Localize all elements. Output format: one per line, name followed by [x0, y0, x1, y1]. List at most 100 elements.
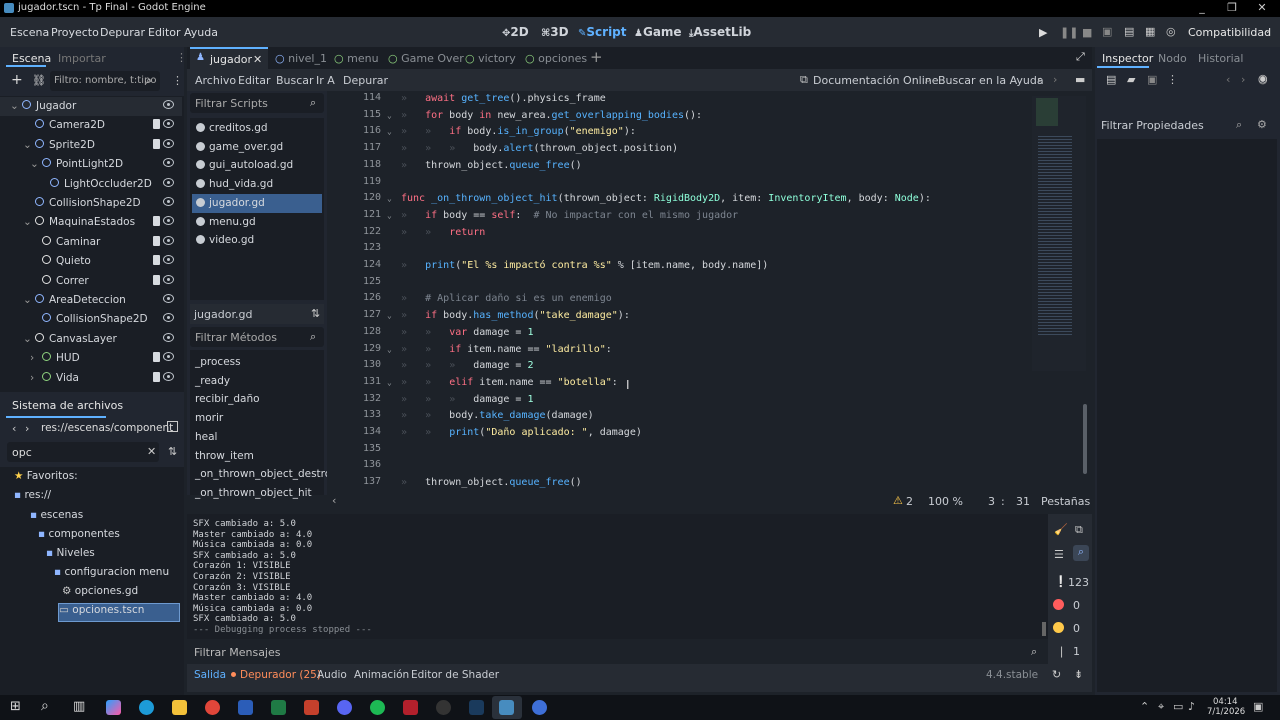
obs-icon[interactable] [436, 700, 451, 715]
maps-icon[interactable] [532, 700, 547, 715]
tab-nivel-1[interactable]: ○ nivel_1 [275, 52, 327, 65]
menu-editor[interactable]: Editor [148, 26, 181, 39]
folder-componentes[interactable]: ▪ componentes [38, 528, 120, 547]
visibility-icon[interactable] [163, 197, 174, 206]
editor-scrollbar[interactable] [1083, 404, 1087, 474]
filter-lines-icon[interactable]: ☰ [1054, 548, 1064, 561]
script-icon[interactable] [153, 138, 160, 149]
steam-icon[interactable] [469, 700, 484, 715]
close-icon[interactable]: ✕ [253, 53, 262, 66]
fold-icon[interactable]: ⌄ [387, 211, 392, 220]
fold-icon[interactable]: ⌄ [387, 378, 392, 387]
visibility-icon[interactable] [163, 371, 174, 381]
add-node-icon[interactable]: + [11, 72, 23, 88]
code-line[interactable]: 123 [327, 242, 1037, 259]
script-icon[interactable] [153, 352, 160, 363]
back-icon[interactable]: ‹ [1226, 73, 1230, 86]
scene-node[interactable]: ⌄ CanvasLayer [0, 330, 182, 349]
property-filter-label[interactable]: Filtrar Propiedades [1101, 119, 1204, 132]
expand-icon[interactable]: ⌄ [23, 333, 32, 345]
code-line[interactable]: 127 ⌄ » if body.has_method("take_damage"): [327, 309, 1037, 326]
fold-icon[interactable]: ⌄ [387, 127, 392, 136]
explorer-icon[interactable] [172, 700, 187, 715]
clear-icon[interactable]: ✕ [147, 445, 156, 458]
visibility-icon[interactable] [163, 294, 174, 303]
tab-animacion[interactable]: Animación [354, 669, 409, 681]
folder-escenas[interactable]: ▪ escenas [30, 509, 83, 528]
message-icon[interactable]: ❕ [1054, 575, 1068, 588]
code-line[interactable]: 134 » » print("Daño aplicado: ", damage) [327, 426, 1037, 443]
scene-node[interactable]: › Vida [0, 369, 182, 388]
menu-editar[interactable]: Editar [238, 74, 271, 87]
forward-icon[interactable]: › [1053, 73, 1057, 86]
menu-ir-a[interactable]: Ir A [316, 74, 335, 87]
script-list-item[interactable]: menu.gd [192, 213, 322, 232]
tab-victory[interactable]: ○ victory [465, 52, 516, 65]
search-icon[interactable]: ⌕ [1073, 545, 1089, 561]
tab-depurador[interactable]: Depurador (25) [240, 669, 321, 681]
method-item[interactable]: recibir_daño [195, 393, 260, 405]
script-list-item[interactable]: creditos.gd [192, 119, 322, 138]
scene-node[interactable]: ⌄ MaquinaEstados [0, 213, 182, 232]
clock-date[interactable]: 7/1/2026 [1207, 707, 1245, 717]
workspace-2d[interactable]: ✥2D [502, 25, 529, 39]
tab-importar[interactable]: Importar [58, 52, 106, 65]
script-list-item[interactable]: video.gd [192, 231, 322, 250]
spotify-icon[interactable] [370, 700, 385, 715]
menu-depurar-script[interactable]: Depurar [343, 74, 388, 87]
code-line[interactable]: 125 [327, 276, 1037, 293]
kebab-icon[interactable]: ⋮ [1167, 73, 1178, 86]
powerpoint-icon[interactable] [304, 700, 319, 715]
menu-depurar[interactable]: Depurar [100, 26, 145, 39]
scene-node[interactable]: CollisionShape2D [0, 194, 182, 213]
tab-editor-shader[interactable]: Editor de Shader [411, 669, 499, 681]
code-line[interactable]: 120 ⌄ func _on_thrown_object_hit(thrown_ob… [327, 192, 1037, 209]
folder-res[interactable]: ▪ res:// [14, 489, 51, 508]
method-item[interactable]: _on_thrown_object_destroy [195, 468, 337, 480]
code-line[interactable]: 116 ⌄ » » if body.is_in_group("enemigo"): [327, 125, 1037, 142]
code-line[interactable]: 130 » » » damage = 2 [327, 359, 1037, 376]
excel-icon[interactable] [271, 700, 286, 715]
sort-icon[interactable]: ⇅ [311, 307, 320, 320]
menu-ayuda[interactable]: Ayuda [184, 26, 218, 39]
code-line[interactable]: 124 » print("El %s impactó contra %s" % [… [327, 259, 1037, 276]
indent-mode[interactable]: Pestañas [1041, 495, 1090, 508]
tab-opciones[interactable]: ○ opciones [525, 52, 587, 65]
clear-output-icon[interactable]: 🧹 [1054, 523, 1068, 536]
expand-icon[interactable]: ⌄ [10, 100, 19, 112]
scene-node[interactable]: CollisionShape2D [0, 310, 182, 329]
script-icon[interactable] [153, 216, 160, 227]
maximize-button[interactable]: ❐ [1226, 1, 1238, 14]
split-view-icon[interactable] [167, 421, 178, 432]
script-icon[interactable] [153, 255, 160, 266]
zoom-level[interactable]: 100 % [928, 495, 963, 508]
visibility-icon[interactable] [163, 177, 174, 187]
tray-chevron-icon[interactable]: ⌃ [1140, 700, 1149, 713]
script-icon[interactable] [153, 274, 160, 285]
visibility-icon[interactable] [163, 158, 174, 168]
tab-jugador[interactable]: ♟ jugador ✕ [190, 47, 268, 69]
code-line[interactable]: 136 [327, 459, 1037, 476]
fold-icon[interactable]: ⌄ [387, 111, 392, 120]
minimize-button[interactable]: _ [1196, 1, 1208, 14]
tab-menu[interactable]: ○ menu [334, 52, 379, 65]
online-docs-link[interactable]: Documentación Online [813, 74, 939, 87]
renderer-selector[interactable]: Compatibilidad [1188, 26, 1271, 39]
script-icon[interactable] [153, 371, 160, 382]
folder-configuracion-menu[interactable]: ▪ configuracion menu [54, 566, 169, 585]
expand-icon[interactable]: › [30, 372, 34, 384]
discord-icon[interactable] [337, 700, 352, 715]
copy-icon[interactable]: ⧉ [1075, 523, 1083, 537]
add-tab-icon[interactable]: + [590, 48, 603, 66]
filesystem-search-input[interactable]: opc [7, 442, 159, 462]
expand-icon[interactable]: ⌄ [30, 158, 39, 170]
script-list-item[interactable]: gui_autoload.gd [192, 156, 322, 175]
code-line[interactable]: 114 » await get_tree().physics_frame [327, 92, 1037, 109]
visibility-icon[interactable] [163, 332, 174, 342]
forward-icon[interactable]: › [1241, 73, 1245, 86]
warning-count[interactable]: 2 [906, 495, 913, 508]
scene-node[interactable]: ⌄ PointLight2D [0, 155, 182, 174]
visibility-icon[interactable] [163, 119, 174, 129]
workspace-assetlib[interactable]: ⤓AssetLib [689, 25, 751, 39]
info-icon[interactable]: ❘ [1057, 645, 1066, 658]
